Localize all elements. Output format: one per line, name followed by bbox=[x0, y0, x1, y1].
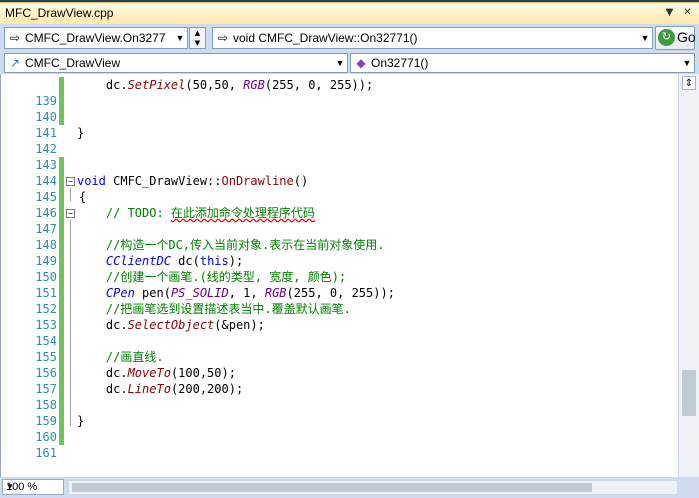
code-text: dc.SetPixel(50,50, RGB(255, 0, 255)); bbox=[77, 78, 374, 92]
code-line[interactable]: 158 dc.LineTo(200,200); bbox=[1, 381, 679, 412]
chevron-down-icon[interactable]: ▼ bbox=[175, 32, 185, 44]
split-window-icon[interactable]: ⇕ bbox=[682, 76, 696, 90]
scope-combo[interactable]: ⇨ CMFC_DrawView.On3277 ▼ bbox=[4, 27, 188, 49]
code-line[interactable]: 150 CClientDC dc(this); bbox=[1, 253, 679, 284]
collapse-icon[interactable]: − bbox=[66, 177, 75, 186]
code-line[interactable]: 159 bbox=[1, 397, 679, 428]
code-line[interactable]: 149 //构造一个DC,传入当前对象.表示在当前对象使用. bbox=[1, 237, 679, 268]
code-text: } bbox=[77, 414, 85, 428]
tab-mfc-drawview-cpp[interactable]: MFC_DrawView.cpp ▼ ✕ bbox=[0, 2, 699, 24]
chevron-down-icon[interactable]: ▼ bbox=[640, 32, 650, 44]
code-line[interactable]: 154 dc.SelectObject(&pen); bbox=[1, 317, 679, 348]
code-text: CPen pen(PS_SOLID, 1, RGB(255, 0, 255)); bbox=[105, 286, 395, 300]
change-marker bbox=[59, 77, 64, 93]
code-line[interactable]: 141 bbox=[1, 109, 679, 140]
code-line[interactable]: 148 bbox=[1, 221, 679, 252]
code-line[interactable]: 144 bbox=[1, 157, 679, 188]
change-marker bbox=[59, 173, 64, 189]
code-editor[interactable]: 139 dc.SetPixel(50,50, RGB(255, 0, 255))… bbox=[0, 74, 678, 477]
horizontal-scrollbar[interactable] bbox=[68, 480, 678, 495]
line-number: 161 bbox=[35, 446, 57, 460]
code-line[interactable]: 153 //把画笔选到设置描述表当中.覆盖默认画笔. bbox=[1, 301, 679, 332]
method-combo[interactable]: ⇨ void CMFC_DrawView::On32771() ▼ bbox=[212, 27, 653, 49]
class-combo[interactable]: ↗ CMFC_DrawView ▼ bbox=[4, 53, 348, 73]
change-marker bbox=[59, 381, 64, 397]
tab-dropdown-icon[interactable]: ▼ bbox=[663, 7, 676, 20]
go-button[interactable]: ↻ Go bbox=[655, 26, 696, 50]
change-marker bbox=[59, 221, 64, 237]
change-marker bbox=[59, 189, 64, 205]
editor-bottom-bar: 100 % ▼ bbox=[0, 477, 699, 498]
close-icon[interactable]: ✕ bbox=[681, 7, 694, 20]
change-marker bbox=[59, 365, 64, 381]
code-line[interactable]: 155 bbox=[1, 333, 679, 364]
go-icon: ↻ bbox=[658, 29, 675, 46]
change-marker bbox=[59, 413, 64, 429]
change-marker bbox=[59, 157, 64, 173]
change-marker bbox=[59, 317, 64, 333]
code-line[interactable]: 143 bbox=[1, 141, 679, 172]
change-marker bbox=[59, 109, 64, 125]
code-line[interactable]: 156 //画直线. bbox=[1, 349, 679, 380]
code-editor-window: MFC_DrawView.cpp ▼ ✕ ⇨ CMFC_DrawView.On3… bbox=[0, 0, 699, 498]
change-marker bbox=[59, 93, 64, 109]
class-icon: ↗ bbox=[9, 56, 21, 70]
code-line[interactable]: 151 //创建一个画笔.(线的类型, 宽度, 颜色); bbox=[1, 269, 679, 300]
code-line[interactable]: 161 bbox=[1, 429, 679, 460]
code-text: { bbox=[79, 190, 87, 204]
vertical-scroll-thumb[interactable] bbox=[682, 370, 696, 416]
code-line[interactable]: 147 − // TODO: 在此添加命令处理程序代码 bbox=[1, 205, 679, 236]
code-line[interactable]: 160 } bbox=[1, 413, 679, 444]
scope-arrow-icon: ⇨ bbox=[9, 31, 21, 45]
member-combo[interactable]: ◆ On32771() ▼ bbox=[350, 53, 695, 73]
code-comment: //构造一个DC,传入当前对象.表示在当前对象使用. bbox=[77, 238, 385, 252]
scope-value: CMFC_DrawView.On3277 bbox=[25, 31, 166, 45]
code-line[interactable]: 145 − void CMFC_DrawView::OnDrawline() bbox=[1, 173, 679, 204]
chevron-down-icon[interactable]: ▼ bbox=[6, 482, 61, 491]
code-line[interactable]: 152 CPen pen(PS_SOLID, 1, RGB(255, 0, 25… bbox=[1, 285, 679, 316]
scope-spin-button[interactable]: ▲ ▼ bbox=[189, 27, 206, 49]
change-marker bbox=[59, 349, 64, 365]
code-line[interactable]: 139 dc.SetPixel(50,50, RGB(255, 0, 255))… bbox=[1, 77, 679, 108]
class-value: CMFC_DrawView bbox=[25, 56, 121, 70]
document-tab-bar: MFC_DrawView.cpp ▼ ✕ bbox=[0, 0, 699, 24]
tab-title: MFC_DrawView.cpp bbox=[5, 6, 114, 20]
code-comment: //把画笔选到设置描述表当中.覆盖默认画笔. bbox=[77, 302, 351, 316]
vertical-scrollbar[interactable]: ⇕ bbox=[678, 74, 699, 477]
code-comment: //画直线. bbox=[77, 350, 164, 364]
code-line[interactable]: 140 bbox=[1, 93, 679, 124]
change-marker bbox=[59, 301, 64, 317]
code-line[interactable]: 142 } bbox=[1, 125, 679, 156]
zoom-combo[interactable]: 100 % ▼ bbox=[2, 479, 64, 495]
change-marker bbox=[59, 429, 64, 445]
change-marker bbox=[59, 205, 64, 221]
change-marker bbox=[59, 397, 64, 413]
method-value: void CMFC_DrawView::On32771() bbox=[233, 31, 418, 45]
member-value: On32771() bbox=[371, 56, 429, 70]
code-text: void CMFC_DrawView::OnDrawline() bbox=[77, 174, 309, 188]
horizontal-scroll-thumb[interactable] bbox=[72, 483, 592, 492]
code-text: dc.LineTo(200,200); bbox=[77, 382, 244, 396]
code-text: CClientDC dc(this); bbox=[105, 254, 244, 268]
chevron-down-icon[interactable]: ▼ bbox=[682, 57, 692, 69]
change-marker bbox=[59, 285, 64, 301]
code-comment: //创建一个画笔.(线的类型, 宽度, 颜色); bbox=[77, 270, 347, 284]
code-line[interactable]: 146 { bbox=[1, 189, 679, 220]
change-marker bbox=[59, 237, 64, 253]
change-marker bbox=[59, 333, 64, 349]
change-marker bbox=[59, 253, 64, 269]
spin-down-icon[interactable]: ▼ bbox=[190, 38, 205, 48]
chevron-down-icon[interactable]: ▼ bbox=[335, 57, 345, 69]
code-comment: // TODO: 在此添加命令处理程序代码 bbox=[77, 206, 315, 220]
code-text: dc.MoveTo(100,50); bbox=[77, 366, 236, 380]
change-marker bbox=[59, 269, 64, 285]
code-line[interactable]: 157 dc.MoveTo(100,50); bbox=[1, 365, 679, 396]
spin-up-icon[interactable]: ▲ bbox=[190, 28, 205, 38]
go-label: Go bbox=[677, 29, 696, 45]
method-arrow-icon: ⇨ bbox=[217, 31, 229, 45]
method-purple-icon: ◆ bbox=[356, 56, 366, 70]
code-text: dc.SelectObject(&pen); bbox=[77, 318, 265, 332]
code-text: } bbox=[77, 126, 85, 140]
collapse-icon[interactable]: − bbox=[66, 209, 75, 218]
